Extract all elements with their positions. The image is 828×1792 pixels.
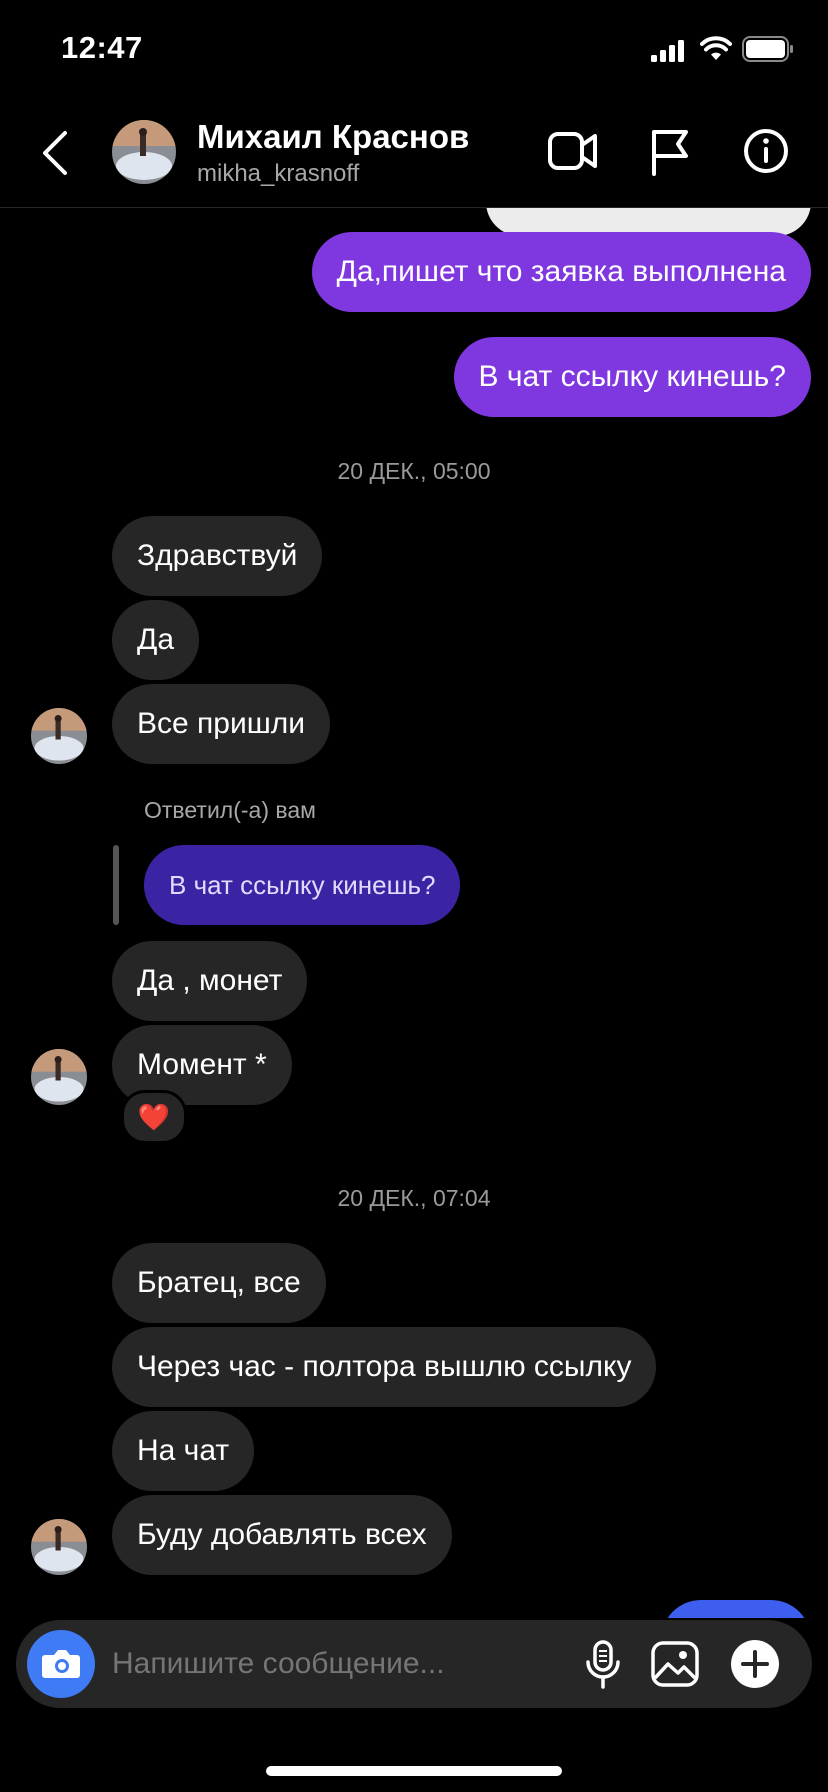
message-bubble-incoming[interactable]: Братец, все (112, 1243, 326, 1323)
message-bubble-incoming[interactable]: На чат (112, 1411, 255, 1491)
message-bubble-incoming[interactable]: Здравствуй (112, 516, 323, 596)
back-chevron-icon[interactable] (40, 130, 70, 176)
heart-reaction[interactable]: ❤️ (121, 1090, 187, 1144)
camera-icon (42, 1650, 80, 1678)
message-bubble-outgoing[interactable]: Да,пишет что заявка выполнена (311, 232, 811, 312)
status-bar: 12:47 (0, 0, 828, 100)
signal-icon (651, 40, 684, 62)
message-composer (16, 1620, 812, 1708)
message-input[interactable] (112, 1620, 562, 1708)
chat-header: Михаил Краснов mikha_krasnoff (0, 100, 828, 208)
timestamp: 20 ДЕК., 07:04 (337, 1185, 491, 1211)
sender-avatar[interactable] (31, 1519, 87, 1575)
wifi-icon (700, 36, 732, 60)
message-bubble-incoming[interactable]: Да (112, 600, 200, 680)
contact-name[interactable]: Михаил Краснов (197, 118, 469, 156)
home-indicator[interactable] (266, 1766, 562, 1776)
message-bubble-incoming[interactable]: Буду добавлять всех (112, 1495, 452, 1575)
reply-label: Ответил(-а) вам (144, 797, 316, 823)
gallery-icon[interactable] (650, 1640, 700, 1688)
video-call-icon[interactable] (548, 128, 598, 174)
message-bubble-outgoing[interactable]: В чат ссылку кинешь? (453, 337, 811, 417)
plus-icon[interactable] (730, 1639, 780, 1689)
message-bubble-incoming[interactable]: Через час - полтора вышлю ссылку (112, 1327, 657, 1407)
quoted-message[interactable]: В чат ссылку кинешь? (144, 845, 461, 925)
microphone-icon[interactable] (584, 1640, 622, 1690)
flag-icon[interactable] (650, 128, 690, 176)
message-bubble-incoming[interactable]: Да , монет (112, 941, 308, 1021)
timestamp: 20 ДЕК., 05:00 (337, 458, 491, 484)
reply-indicator-bar (113, 845, 119, 925)
battery-icon (742, 36, 793, 62)
camera-button[interactable] (27, 1630, 95, 1698)
status-time: 12:47 (61, 30, 143, 65)
partial-outgoing-bubble[interactable] (661, 1600, 811, 1618)
message-thread[interactable]: Да,пишет что заявка выполнена В чат ссыл… (0, 208, 828, 1618)
message-bubble-incoming[interactable]: Все пришли (112, 684, 331, 764)
info-icon[interactable] (743, 128, 789, 174)
sender-avatar[interactable] (31, 708, 87, 764)
contact-avatar[interactable] (112, 120, 176, 184)
contact-username[interactable]: mikha_krasnoff (197, 160, 359, 188)
sender-avatar[interactable] (31, 1049, 87, 1105)
